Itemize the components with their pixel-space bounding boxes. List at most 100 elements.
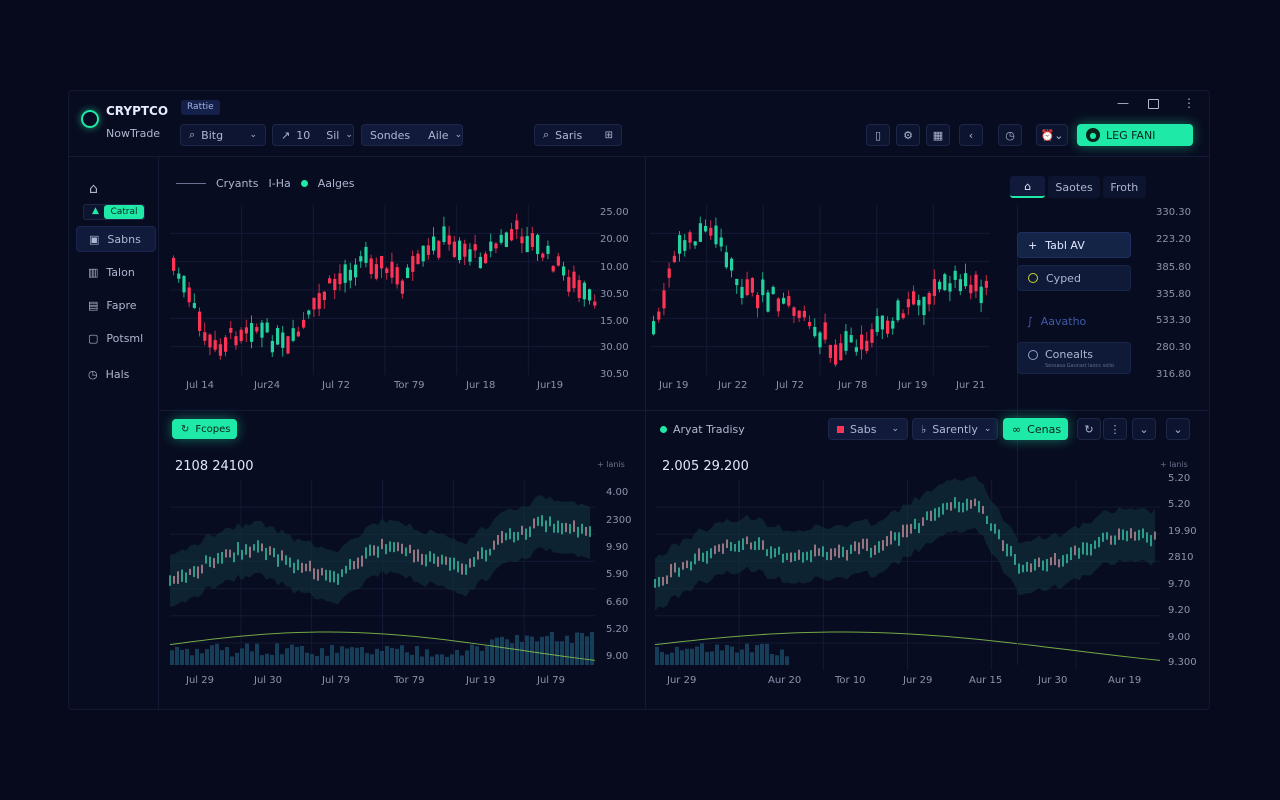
- candle-body: [218, 344, 222, 356]
- volume-bar: [770, 654, 774, 665]
- account-button[interactable]: ● LEG FANI: [1077, 124, 1193, 146]
- candlestick-chart-top-right[interactable]: [650, 205, 990, 375]
- cenas-button[interactable]: ∞ Cenas: [1003, 418, 1068, 440]
- volume-bar: [695, 646, 699, 665]
- x-tick: Jur 19: [466, 675, 496, 686]
- sidebar-item-potsml[interactable]: ▢ Potsml: [76, 325, 156, 351]
- volume-bar: [670, 652, 674, 665]
- candle-body: [875, 316, 879, 332]
- alerts-label: Aile: [428, 128, 449, 142]
- search-box[interactable]: ⌕ Saris ⊞: [534, 124, 622, 146]
- chart-corner-label: + lanis: [597, 460, 625, 469]
- volume-bar: [405, 652, 409, 665]
- refresh-icon[interactable]: ↻: [1077, 418, 1101, 440]
- chevron-down-icon: ⌄: [891, 424, 899, 434]
- panel-item-cyped[interactable]: Cyped: [1017, 265, 1131, 291]
- candle-body: [828, 345, 832, 358]
- chart-legend: Aryat Tradisy: [660, 423, 745, 436]
- x-tick: Jur 29: [667, 675, 697, 686]
- symbol-search[interactable]: ⌕ Bitg ⌄: [180, 124, 266, 146]
- panel-item-aavatho[interactable]: ∫ Aavatho: [1017, 308, 1131, 334]
- candle-body: [281, 332, 285, 348]
- candle-body: [834, 344, 838, 365]
- panel-item-conealts[interactable]: Conealts Sessasa Gaurast laocs solio: [1017, 342, 1131, 374]
- y-tick: 316.80: [1156, 369, 1191, 380]
- volume-bar: [525, 635, 529, 665]
- candle-body: [556, 256, 560, 266]
- sidebar-chip[interactable]: ▲ Catral: [83, 204, 145, 220]
- candle-body: [328, 278, 332, 284]
- sabs-dropdown[interactable]: Sabs ⌄: [828, 418, 908, 440]
- candle-body: [672, 255, 676, 263]
- legend-item: I-Ha: [268, 177, 291, 190]
- candle-body: [984, 280, 988, 288]
- sidebar-item-talon[interactable]: ▥ Talon: [76, 259, 156, 285]
- sidebar-item-hals[interactable]: ◷ Hals: [76, 361, 156, 387]
- volume-bar: [315, 656, 319, 665]
- volume-bar: [415, 645, 419, 665]
- workspace-tag[interactable]: Rattie: [181, 100, 220, 115]
- candle-body: [761, 279, 765, 296]
- candle-body: [369, 258, 373, 274]
- volume-bar: [660, 651, 664, 665]
- area-chart-bottom-left[interactable]: [169, 480, 596, 670]
- sidebar-item-fapre[interactable]: ▤ Fapre: [76, 292, 156, 318]
- x-tick: Jur 22: [718, 380, 748, 391]
- chevron-down-icon: ⌄: [345, 130, 353, 140]
- volume-bar: [225, 647, 229, 665]
- candlestick-chart-top-left[interactable]: [170, 205, 600, 375]
- alarm-icon[interactable]: ⏰⌄: [1036, 124, 1068, 146]
- candle-body: [588, 289, 592, 301]
- candle-body: [426, 245, 430, 255]
- volume-bar: [285, 648, 289, 665]
- panel-item-tabl-av[interactable]: + Tabl AV: [1017, 232, 1131, 258]
- maximize-icon[interactable]: [1148, 99, 1159, 109]
- volume-bar: [305, 652, 309, 665]
- more-vertical-icon[interactable]: ⋮: [1183, 97, 1195, 109]
- settings-icon[interactable]: ⚙: [896, 124, 920, 146]
- more-vertical-icon[interactable]: ⋮: [1103, 418, 1127, 440]
- area-chart-bottom-right[interactable]: [654, 475, 1161, 670]
- candle-body: [958, 279, 962, 292]
- candle-body: [891, 320, 895, 329]
- candle-body: [177, 273, 181, 279]
- history-icon[interactable]: ◷: [998, 124, 1022, 146]
- calendar-icon[interactable]: ▦: [926, 124, 950, 146]
- interval-select[interactable]: ↗ 10 Sil ⌄: [272, 124, 354, 146]
- bookmark-icon[interactable]: ▯: [866, 124, 890, 146]
- tab-saotes[interactable]: Saotes: [1048, 176, 1100, 198]
- y-tick: 30.00: [600, 342, 629, 353]
- candle-body: [667, 268, 671, 278]
- candle-body: [683, 240, 687, 251]
- candle-body: [530, 233, 534, 247]
- candle-body: [546, 245, 550, 254]
- studies-button[interactable]: Sondes Aile ⌄: [361, 124, 463, 146]
- candle-body: [582, 282, 586, 300]
- x-tick: Jur 29: [903, 675, 933, 686]
- tab-home[interactable]: ⌂: [1010, 176, 1046, 198]
- y-tick: 4.00: [606, 487, 629, 498]
- candle-body: [515, 220, 519, 230]
- minimize-icon[interactable]: —: [1117, 97, 1129, 110]
- price-band: [170, 495, 590, 607]
- sarently-dropdown[interactable]: ♭ Sarently ⌄: [912, 418, 998, 440]
- volume-bar: [370, 654, 374, 665]
- home-icon[interactable]: ⌂: [89, 181, 98, 197]
- candle-body: [730, 258, 734, 271]
- y-tick: 5.90: [606, 569, 629, 580]
- volume-bar: [255, 643, 259, 665]
- candle-body: [452, 241, 456, 257]
- back-icon[interactable]: ‹: [959, 124, 983, 146]
- home-icon: ⌂: [1024, 179, 1032, 193]
- search-value: Saris: [555, 128, 583, 142]
- candle-body: [704, 225, 708, 232]
- fcopes-button[interactable]: ↻ Fcopes: [172, 419, 237, 439]
- volume-bar: [540, 636, 544, 665]
- tab-froth[interactable]: Froth: [1102, 176, 1146, 198]
- chevron-down-icon[interactable]: ⌄: [1132, 418, 1156, 440]
- volume-bar: [335, 652, 339, 665]
- sidebar-item-sabns[interactable]: ▣ Sabns: [76, 226, 156, 252]
- chevron-down-icon[interactable]: ⌄: [1166, 418, 1190, 440]
- sidebar-item-label: Fapre: [106, 298, 137, 312]
- volume-bar: [240, 648, 244, 665]
